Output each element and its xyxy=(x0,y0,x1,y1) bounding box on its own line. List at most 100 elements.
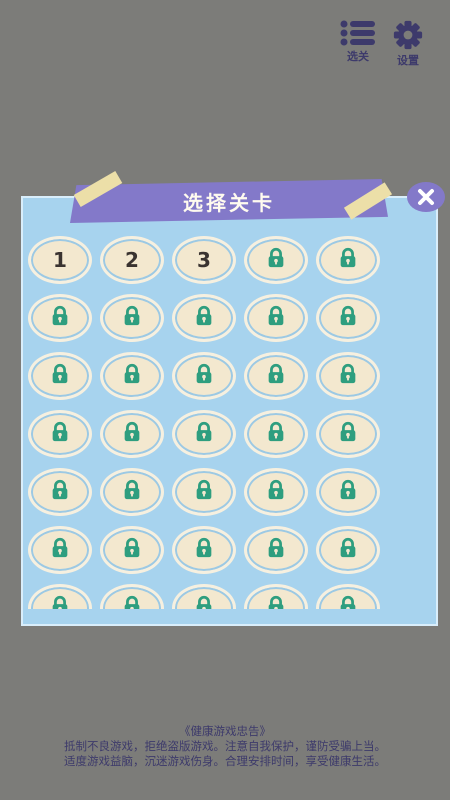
level-number: 3 xyxy=(197,248,211,272)
lock-icon xyxy=(337,363,359,389)
lock-icon xyxy=(265,363,287,389)
level-button-locked[interactable] xyxy=(316,468,380,516)
lock-icon xyxy=(337,479,359,505)
level-button-locked[interactable] xyxy=(100,294,164,342)
level-button-locked[interactable] xyxy=(28,468,92,516)
level-cell xyxy=(312,347,384,405)
level-cell xyxy=(168,521,240,579)
level-button-locked[interactable] xyxy=(172,584,236,609)
lock-icon xyxy=(49,479,71,505)
level-cell xyxy=(24,521,96,579)
level-cell xyxy=(168,463,240,521)
level-button-locked[interactable] xyxy=(28,294,92,342)
level-button-locked[interactable] xyxy=(244,526,308,574)
level-button-locked[interactable] xyxy=(100,526,164,574)
level-button-locked[interactable] xyxy=(28,526,92,574)
level-button-locked[interactable] xyxy=(172,352,236,400)
level-cell xyxy=(312,289,384,347)
level-button-locked[interactable] xyxy=(244,236,308,284)
level-button-locked[interactable] xyxy=(28,352,92,400)
lock-icon xyxy=(337,305,359,331)
lock-icon xyxy=(121,479,143,505)
level-cell xyxy=(240,463,312,521)
lock-icon xyxy=(49,537,71,563)
level-cell xyxy=(24,347,96,405)
level-cell xyxy=(168,289,240,347)
level-button-locked[interactable] xyxy=(316,236,380,284)
level-cell xyxy=(312,463,384,521)
level-grid-viewport[interactable]: 1 2 3 xyxy=(24,231,409,609)
lock-icon xyxy=(49,363,71,389)
level-cell xyxy=(240,347,312,405)
lock-icon xyxy=(193,421,215,447)
lock-icon xyxy=(193,363,215,389)
close-icon xyxy=(418,189,434,205)
level-number: 2 xyxy=(125,248,139,272)
level-cell xyxy=(312,405,384,463)
level-cell xyxy=(168,405,240,463)
level-select-button[interactable]: 选关 xyxy=(336,20,380,64)
panel-title: 选择关卡 xyxy=(183,190,275,215)
level-button-1[interactable]: 1 xyxy=(28,236,92,284)
level-button-locked[interactable] xyxy=(244,468,308,516)
level-cell xyxy=(24,405,96,463)
level-button-locked[interactable] xyxy=(100,352,164,400)
settings-label: 设置 xyxy=(397,54,419,67)
lock-icon xyxy=(265,421,287,447)
lock-icon xyxy=(265,595,287,609)
gear-icon xyxy=(393,20,423,50)
level-cell xyxy=(240,289,312,347)
level-grid: 1 2 3 xyxy=(24,231,384,609)
level-button-locked[interactable] xyxy=(172,526,236,574)
level-button-locked[interactable] xyxy=(100,410,164,458)
list-icon xyxy=(340,20,375,46)
lock-icon xyxy=(121,537,143,563)
level-button-locked[interactable] xyxy=(244,584,308,609)
level-button-2[interactable]: 2 xyxy=(100,236,164,284)
level-button-locked[interactable] xyxy=(28,584,92,609)
lock-icon xyxy=(49,421,71,447)
close-button[interactable] xyxy=(407,182,445,212)
lock-icon xyxy=(337,421,359,447)
level-cell: 2 xyxy=(96,231,168,289)
health-notice-line-1: 抵制不良游戏，拒绝盗版游戏。注意自我保护，谨防受骗上当。 xyxy=(64,739,386,753)
level-cell xyxy=(96,463,168,521)
level-button-locked[interactable] xyxy=(244,294,308,342)
level-cell xyxy=(24,289,96,347)
level-cell xyxy=(168,579,240,609)
settings-button[interactable]: 设置 xyxy=(386,20,430,68)
level-button-3[interactable]: 3 xyxy=(172,236,236,284)
level-button-locked[interactable] xyxy=(316,294,380,342)
level-button-locked[interactable] xyxy=(316,352,380,400)
level-button-locked[interactable] xyxy=(172,468,236,516)
health-notice-line-2: 适度游戏益脑，沉迷游戏伤身。合理安排时间，享受健康生活。 xyxy=(64,754,386,768)
level-cell xyxy=(240,579,312,609)
lock-icon xyxy=(337,537,359,563)
lock-icon xyxy=(193,305,215,331)
level-button-locked[interactable] xyxy=(28,410,92,458)
level-button-locked[interactable] xyxy=(244,410,308,458)
lock-icon xyxy=(337,595,359,609)
level-cell xyxy=(312,231,384,289)
lock-icon xyxy=(121,595,143,609)
level-button-locked[interactable] xyxy=(316,526,380,574)
level-button-locked[interactable] xyxy=(100,584,164,609)
level-button-locked[interactable] xyxy=(172,294,236,342)
level-select-label: 选关 xyxy=(347,50,369,63)
level-cell xyxy=(312,579,384,609)
level-button-locked[interactable] xyxy=(316,410,380,458)
lock-icon xyxy=(193,595,215,609)
level-cell xyxy=(96,521,168,579)
level-button-locked[interactable] xyxy=(316,584,380,609)
level-button-locked[interactable] xyxy=(172,410,236,458)
lock-icon xyxy=(49,305,71,331)
level-cell: 1 xyxy=(24,231,96,289)
lock-icon xyxy=(193,479,215,505)
level-button-locked[interactable] xyxy=(244,352,308,400)
lock-icon xyxy=(193,537,215,563)
level-cell xyxy=(24,463,96,521)
lock-icon xyxy=(265,305,287,331)
lock-icon xyxy=(49,595,71,609)
level-number: 1 xyxy=(53,248,67,272)
level-button-locked[interactable] xyxy=(100,468,164,516)
